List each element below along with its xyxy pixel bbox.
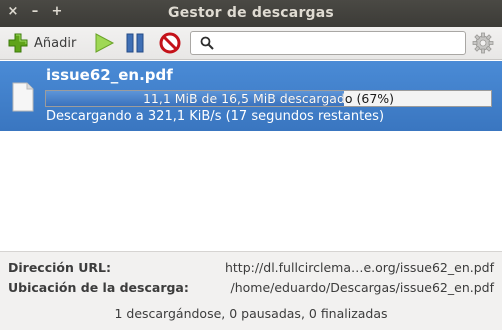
details-panel: Dirección URL: http://dl.fullcirclema…e.… xyxy=(0,252,502,330)
progress-text-inverted: 11,1 MiB de 16,5 MiB descargado (67%) xyxy=(142,91,345,106)
cancel-button[interactable] xyxy=(159,31,181,55)
stop-icon xyxy=(159,32,181,54)
settings-button[interactable] xyxy=(472,31,494,55)
document-icon xyxy=(12,82,34,112)
window-title: Gestor de descargas xyxy=(168,5,334,21)
download-row[interactable]: issue62_en.pdf 11,1 MiB de 16,5 MiB desc… xyxy=(0,61,502,131)
status-summary: 1 descargándose, 0 pausadas, 0 finalizad… xyxy=(114,306,388,321)
location-label: Ubicación de la descarga: xyxy=(8,280,189,295)
gear-icon xyxy=(472,32,494,54)
url-label: Dirección URL: xyxy=(8,260,111,275)
search-field[interactable] xyxy=(190,31,466,55)
pause-icon xyxy=(126,33,144,53)
toolbar: Añadir xyxy=(0,27,502,60)
add-button[interactable]: Añadir xyxy=(7,31,76,55)
title-bar: × – + Gestor de descargas xyxy=(0,0,502,27)
add-icon xyxy=(8,33,28,53)
pause-button[interactable] xyxy=(124,31,146,55)
download-progress-bar: 11,1 MiB de 16,5 MiB descargado (67%) 11… xyxy=(45,90,492,107)
resume-button[interactable] xyxy=(93,31,115,55)
download-status: Descargando a 321,1 KiB/s (17 segundos r… xyxy=(46,109,385,124)
add-button-label: Añadir xyxy=(34,35,77,51)
search-input[interactable] xyxy=(219,34,459,52)
search-icon xyxy=(200,36,214,50)
play-icon xyxy=(95,33,115,53)
location-value: /home/eduardo/Descargas/issue62_en.pdf xyxy=(230,280,494,295)
download-list[interactable]: issue62_en.pdf 11,1 MiB de 16,5 MiB desc… xyxy=(0,61,502,251)
url-value: http://dl.fullcirclema…e.org/issue62_en.… xyxy=(224,260,494,275)
progress-text-overlay: 11,1 MiB de 16,5 MiB descargado (67%) xyxy=(46,91,344,106)
download-filename: issue62_en.pdf xyxy=(46,66,173,84)
